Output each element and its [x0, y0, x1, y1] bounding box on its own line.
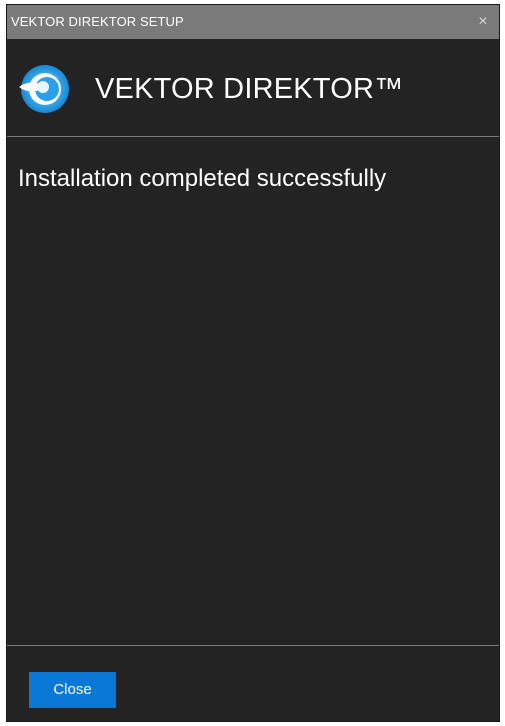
button-bar: Close: [7, 645, 499, 721]
status-message: Installation completed successfully: [18, 165, 387, 192]
title-bar[interactable]: VEKTOR DIREKTOR SETUP ×: [7, 5, 499, 39]
vektor-direktor-logo-icon: [19, 65, 69, 113]
product-name: VEKTOR DIREKTOR™: [95, 73, 404, 105]
close-button[interactable]: Close: [29, 672, 116, 708]
setup-window: VEKTOR DIREKTOR SETUP × VEKTOR DIREKTOR™…: [6, 4, 500, 722]
app-header: VEKTOR DIREKTOR™: [7, 39, 499, 137]
window-title: VEKTOR DIREKTOR SETUP: [11, 14, 184, 29]
close-icon[interactable]: ×: [473, 5, 493, 39]
